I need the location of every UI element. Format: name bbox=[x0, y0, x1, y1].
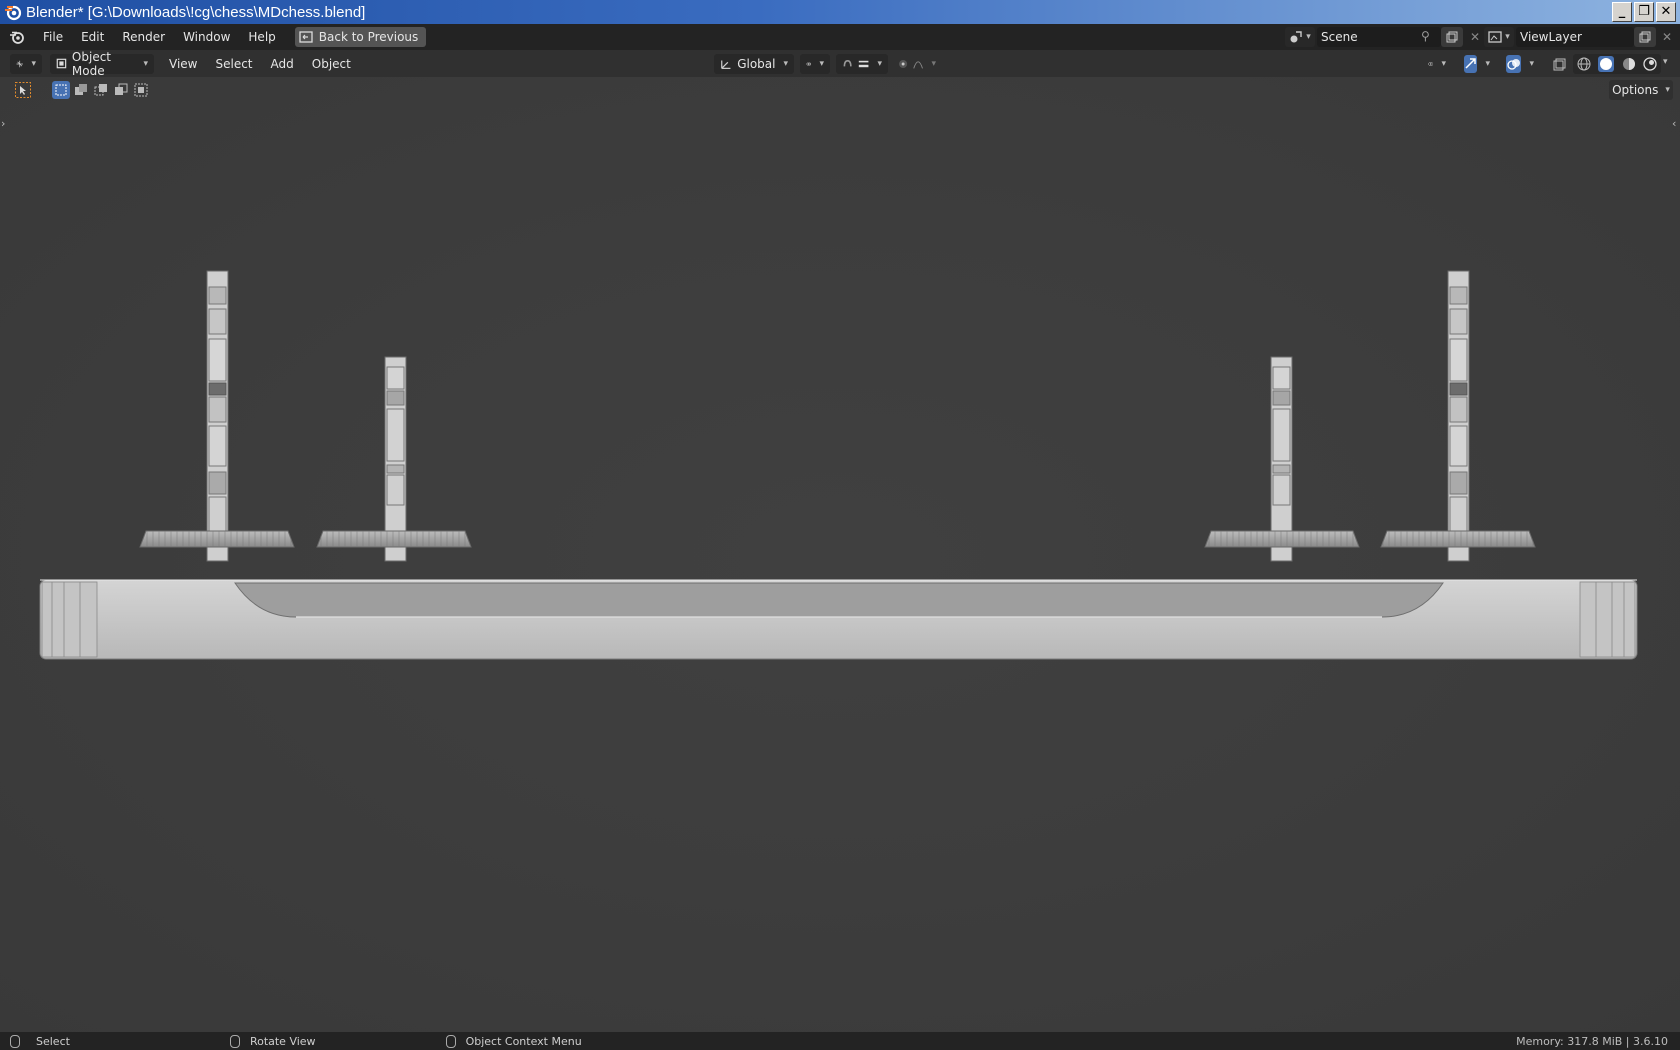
tool-settings-row: Options ▾ bbox=[0, 78, 1680, 102]
editor-type-dropdown[interactable]: ▾ bbox=[10, 53, 42, 74]
visibility-icon bbox=[1428, 61, 1434, 66]
proportional-edit-icon bbox=[899, 59, 908, 68]
gizmo-icon bbox=[1465, 58, 1476, 69]
viewlayer-name: ViewLayer bbox=[1520, 30, 1582, 44]
menu-help[interactable]: Help bbox=[239, 26, 284, 48]
close-icon[interactable]: ✕ bbox=[1656, 27, 1678, 47]
status-bar: Select Rotate View Object Context Menu M… bbox=[0, 1032, 1680, 1050]
back-to-previous-label: Back to Previous bbox=[318, 30, 419, 44]
object-mode-dropdown[interactable]: Object Mode ▾ bbox=[50, 50, 154, 78]
viewport-scene bbox=[39, 270, 1638, 660]
options-dropdown[interactable]: Options ▾ bbox=[1609, 80, 1673, 100]
select-new-icon[interactable] bbox=[52, 81, 70, 99]
mouse-icon bbox=[229, 1034, 240, 1048]
stand-left-outer[interactable] bbox=[139, 270, 295, 562]
copy-icon bbox=[1446, 31, 1458, 43]
selection-mode-group bbox=[52, 81, 150, 99]
select-intersect-icon[interactable] bbox=[132, 81, 150, 99]
pivot-point-dropdown[interactable]: ▾ bbox=[800, 53, 830, 74]
copy-icon bbox=[1639, 31, 1651, 43]
object-mode-icon bbox=[56, 58, 67, 69]
snap-increment-icon bbox=[859, 60, 869, 67]
new-scene-button[interactable] bbox=[1441, 27, 1463, 47]
status-context-menu: Object Context Menu bbox=[465, 1034, 582, 1048]
screen-icon bbox=[299, 31, 313, 43]
restore-button[interactable]: ❐ bbox=[1634, 2, 1654, 22]
mouse-icon bbox=[10, 1034, 20, 1048]
xray-icon bbox=[1553, 58, 1565, 70]
shading-mode-group bbox=[1573, 54, 1661, 74]
menu-edit[interactable]: Edit bbox=[72, 26, 113, 48]
stand-right-outer[interactable] bbox=[1380, 270, 1536, 562]
new-viewlayer-button[interactable] bbox=[1634, 27, 1656, 47]
xray-toggle[interactable] bbox=[1548, 54, 1570, 74]
transform-orientation-dropdown[interactable]: Global ▾ bbox=[714, 53, 794, 74]
scene-name: Scene bbox=[1321, 30, 1358, 44]
snap-icon bbox=[843, 59, 852, 66]
back-to-previous-button[interactable]: Back to Previous bbox=[294, 27, 427, 47]
select-invert-icon[interactable] bbox=[112, 81, 130, 99]
pin-icon[interactable]: ⚲ bbox=[1421, 29, 1430, 43]
blender-logo-icon bbox=[5, 5, 22, 21]
object-mode-label: Object Mode bbox=[71, 49, 112, 78]
close-window-button[interactable]: ✕ bbox=[1656, 2, 1676, 22]
transform-orientation-icon bbox=[721, 60, 731, 69]
status-rotate-view: Rotate View bbox=[249, 1034, 316, 1048]
scene-icon bbox=[1290, 31, 1302, 43]
overlay-toggle[interactable]: ▾ bbox=[1500, 54, 1540, 74]
toolbar-expand-arrow[interactable]: › bbox=[1, 117, 5, 130]
memory-version-label: Memory: 317.8 MiB | 3.6.10 bbox=[1516, 1034, 1668, 1048]
close-icon[interactable]: ✕ bbox=[1464, 27, 1486, 47]
viewport-header: ▾ Object Mode ▾ View Select Add Object Gl… bbox=[0, 50, 1680, 78]
scene-browse-button[interactable]: ▾ bbox=[1285, 27, 1315, 47]
menu-window[interactable]: Window bbox=[174, 26, 239, 48]
viewlayer-browse-button[interactable]: ▾ bbox=[1484, 27, 1514, 47]
window-titlebar: Blender* [G:\Downloads\!cg\chess\MDchess… bbox=[0, 0, 1680, 24]
menu-select[interactable]: Select bbox=[206, 53, 261, 75]
orientation-label: Global bbox=[737, 56, 776, 71]
options-label: Options bbox=[1612, 83, 1659, 97]
gizmo-toggle[interactable]: ▾ bbox=[1458, 54, 1496, 74]
solid-shading-icon[interactable] bbox=[1598, 56, 1615, 72]
select-extend-icon[interactable] bbox=[72, 81, 90, 99]
snap-dropdown[interactable]: ▾ bbox=[836, 53, 888, 74]
status-select: Select bbox=[36, 1034, 70, 1048]
select-subtract-icon[interactable] bbox=[92, 81, 110, 99]
board-base[interactable] bbox=[39, 579, 1638, 660]
proportional-edit-toggle[interactable]: ▾ bbox=[892, 54, 942, 74]
menu-file[interactable]: File bbox=[34, 26, 72, 48]
overlay-icon bbox=[1507, 58, 1520, 70]
sidebar-expand-arrow[interactable]: ‹ bbox=[1672, 117, 1676, 130]
viewlayer-icon bbox=[1488, 31, 1502, 43]
editor-type-icon bbox=[16, 60, 23, 67]
menu-render[interactable]: Render bbox=[113, 26, 174, 48]
shading-options-chevron[interactable]: ▾ bbox=[1663, 57, 1668, 67]
wireframe-shading-icon[interactable] bbox=[1577, 57, 1591, 71]
menu-add[interactable]: Add bbox=[262, 53, 303, 75]
active-tool-button[interactable] bbox=[12, 80, 34, 100]
stand-left-inner[interactable] bbox=[316, 356, 472, 562]
minimize-button[interactable]: _ bbox=[1612, 2, 1632, 22]
visibility-dropdown[interactable]: ▾ bbox=[1422, 54, 1452, 74]
rendered-shading-icon[interactable] bbox=[1643, 57, 1657, 71]
blender-menu-icon[interactable] bbox=[6, 27, 28, 47]
menu-view[interactable]: View bbox=[160, 53, 206, 75]
pivot-icon bbox=[806, 62, 811, 65]
mouse-icon bbox=[445, 1034, 456, 1048]
viewlayer-name-field[interactable]: ViewLayer bbox=[1516, 27, 1634, 47]
stand-right-inner[interactable] bbox=[1204, 356, 1360, 562]
material-shading-icon[interactable] bbox=[1622, 57, 1636, 71]
scene-name-field[interactable]: Scene ⚲ bbox=[1317, 27, 1441, 47]
menu-object[interactable]: Object bbox=[303, 53, 360, 75]
falloff-icon bbox=[913, 60, 924, 69]
select-box-icon bbox=[15, 82, 31, 98]
3d-viewport[interactable]: › ‹ bbox=[0, 77, 1680, 1032]
window-title: Blender* [G:\Downloads\!cg\chess\MDchess… bbox=[26, 3, 366, 21]
